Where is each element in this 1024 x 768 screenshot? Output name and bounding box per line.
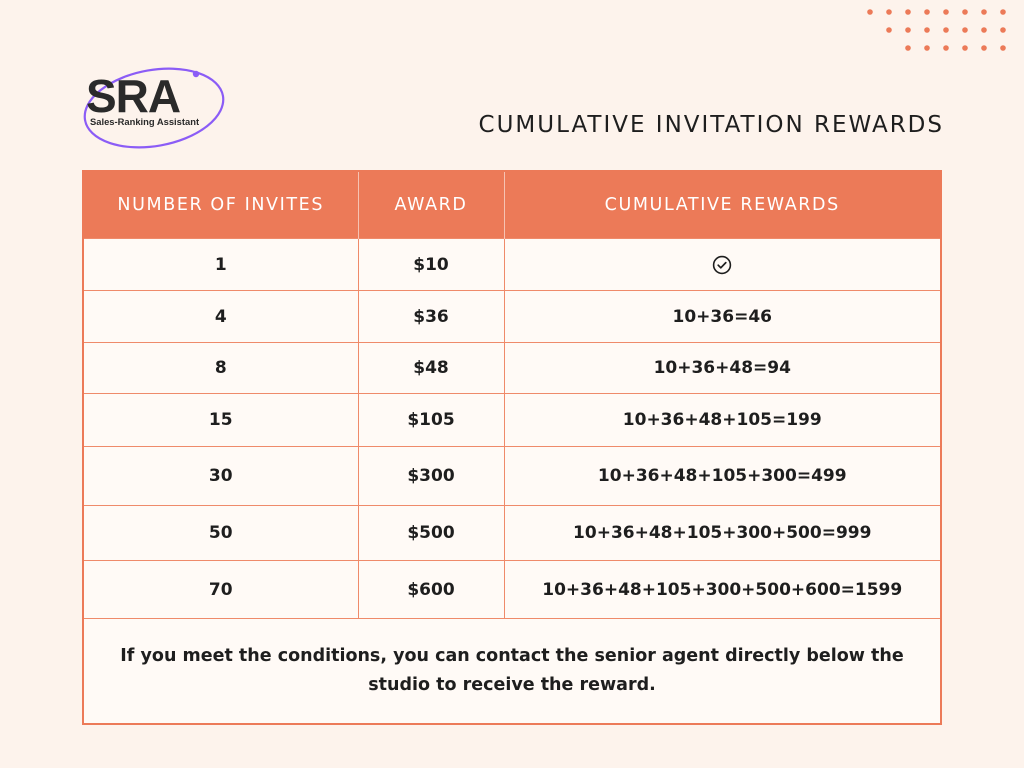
note-row: If you meet the conditions, you can cont… bbox=[84, 618, 940, 724]
header-award: AWARD bbox=[357, 172, 504, 239]
award-cell: $10 bbox=[357, 238, 504, 291]
table-row: 50 $500 10+36+48+105+300+500=999 bbox=[84, 505, 940, 561]
sra-logo: SRA Sales-Ranking Assistant bbox=[78, 66, 228, 154]
check-circle-icon bbox=[713, 255, 732, 274]
award-cell: $36 bbox=[357, 290, 504, 343]
logo-tagline: Sales-Ranking Assistant bbox=[90, 116, 200, 127]
table-row: 15 $105 10+36+48+105=199 bbox=[84, 393, 940, 447]
invites-cell: 30 bbox=[84, 446, 358, 506]
rewards-table: NUMBER OF INVITES AWARD CUMULATIVE REWAR… bbox=[84, 172, 940, 724]
invites-cell: 50 bbox=[84, 505, 358, 561]
invites-cell: 15 bbox=[84, 393, 358, 447]
award-cell: $105 bbox=[357, 393, 504, 447]
page-title: CUMULATIVE INVITATION REWARDS bbox=[478, 112, 944, 138]
table-row: 1 $10 bbox=[84, 238, 940, 291]
rewards-table-container: NUMBER OF INVITES AWARD CUMULATIVE REWAR… bbox=[82, 170, 942, 725]
invites-cell: 1 bbox=[84, 238, 358, 291]
award-cell: $600 bbox=[357, 560, 504, 619]
cumulative-cell: 10+36+48+105+300=499 bbox=[503, 446, 940, 506]
cumulative-cell: 10+36+48+105=199 bbox=[503, 393, 940, 447]
invites-cell: 8 bbox=[84, 342, 358, 394]
award-cell: $48 bbox=[357, 342, 504, 394]
reward-note: If you meet the conditions, you can cont… bbox=[84, 618, 940, 724]
cumulative-cell: 10+36=46 bbox=[503, 290, 940, 343]
award-cell: $300 bbox=[357, 446, 504, 506]
cumulative-cell: 10+36+48+105+300+500=999 bbox=[503, 505, 940, 561]
table-row: 8 $48 10+36+48=94 bbox=[84, 342, 940, 394]
table-row: 30 $300 10+36+48+105+300=499 bbox=[84, 446, 940, 506]
header-cumulative: CUMULATIVE REWARDS bbox=[503, 172, 940, 239]
table-row: 70 $600 10+36+48+105+300+500+600=1599 bbox=[84, 560, 940, 619]
logo-wordmark: SRA bbox=[86, 70, 181, 122]
dot-pattern bbox=[867, 9, 1006, 51]
invites-cell: 70 bbox=[84, 560, 358, 619]
cumulative-cell: 10+36+48+105+300+500+600=1599 bbox=[503, 560, 940, 619]
table-row: 4 $36 10+36=46 bbox=[84, 290, 940, 343]
header-invites: NUMBER OF INVITES bbox=[84, 172, 358, 239]
cumulative-cell bbox=[503, 238, 940, 291]
award-cell: $500 bbox=[357, 505, 504, 561]
table-header-row: NUMBER OF INVITES AWARD CUMULATIVE REWAR… bbox=[84, 172, 940, 239]
cumulative-cell: 10+36+48=94 bbox=[503, 342, 940, 394]
invites-cell: 4 bbox=[84, 290, 358, 343]
